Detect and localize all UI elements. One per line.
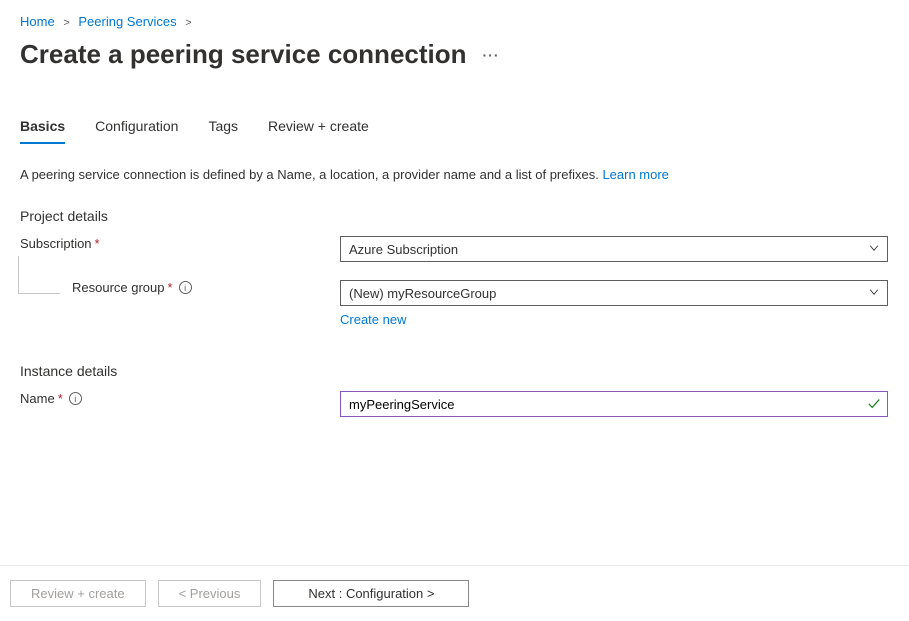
chevron-right-icon: >	[185, 17, 191, 29]
chevron-right-icon: >	[63, 17, 69, 29]
more-icon[interactable]: ···	[483, 47, 500, 63]
intro-description: A peering service connection is defined …	[20, 167, 602, 182]
next-button[interactable]: Next : Configuration >	[273, 580, 469, 607]
footer-actions: Review + create < Previous Next : Config…	[0, 565, 909, 621]
tab-basics[interactable]: Basics	[20, 118, 65, 144]
row-name: Name * i	[0, 379, 909, 417]
breadcrumb-home[interactable]: Home	[20, 14, 55, 29]
resource-group-select[interactable]: (New) myResourceGroup	[340, 280, 888, 306]
label-name-text: Name	[20, 391, 55, 406]
tree-connector-icon	[18, 256, 60, 294]
intro-text: A peering service connection is defined …	[0, 145, 909, 182]
tab-bar: Basics Configuration Tags Review + creat…	[0, 70, 909, 145]
learn-more-link[interactable]: Learn more	[602, 167, 668, 182]
required-star-icon: *	[168, 280, 173, 295]
review-create-button: Review + create	[10, 580, 146, 607]
breadcrumb-peering-services[interactable]: Peering Services	[78, 14, 176, 29]
create-new-link[interactable]: Create new	[340, 312, 406, 327]
tab-review-create[interactable]: Review + create	[268, 118, 369, 144]
subscription-value: Azure Subscription	[349, 242, 458, 257]
chevron-down-icon	[868, 242, 880, 257]
name-input-wrap	[340, 391, 888, 417]
page-title: Create a peering service connection	[20, 39, 467, 70]
resource-group-value: (New) myResourceGroup	[349, 286, 496, 301]
breadcrumb: Home > Peering Services >	[0, 0, 909, 29]
tab-tags[interactable]: Tags	[208, 118, 238, 144]
required-star-icon: *	[95, 236, 100, 251]
section-project-details: Project details	[0, 182, 909, 224]
section-instance-details: Instance details	[0, 327, 909, 379]
row-subscription: Subscription * Azure Subscription	[0, 224, 909, 262]
row-resource-group: Resource group * i (New) myResourceGroup…	[0, 262, 909, 327]
label-name: Name * i	[20, 391, 340, 406]
title-row: Create a peering service connection ···	[0, 29, 909, 70]
label-subscription-text: Subscription	[20, 236, 92, 251]
required-star-icon: *	[58, 391, 63, 406]
subscription-select[interactable]: Azure Subscription	[340, 236, 888, 262]
check-icon	[867, 396, 881, 413]
tab-configuration[interactable]: Configuration	[95, 118, 178, 144]
label-resource-group-text: Resource group	[72, 280, 165, 295]
label-resource-group: Resource group * i	[20, 280, 340, 295]
label-subscription: Subscription *	[20, 236, 340, 251]
info-icon[interactable]: i	[69, 392, 82, 405]
chevron-down-icon	[868, 286, 880, 301]
name-input[interactable]	[349, 397, 879, 412]
info-icon[interactable]: i	[179, 281, 192, 294]
previous-button: < Previous	[158, 580, 262, 607]
